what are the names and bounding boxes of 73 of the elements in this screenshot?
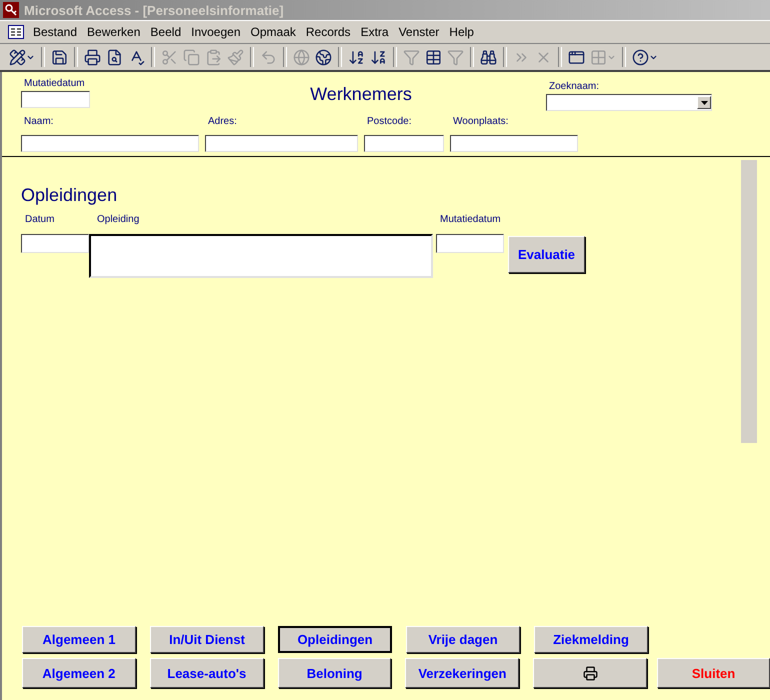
- nav-button[interactable]: Verzekeringen: [405, 658, 520, 688]
- field-label: Zoeknaam:: [549, 81, 600, 92]
- nav-button[interactable]: Lease-auto's: [150, 658, 264, 688]
- input-field[interactable]: [436, 234, 504, 253]
- printer-icon: [582, 666, 598, 680]
- menu-item[interactable]: Beeld: [145, 25, 186, 39]
- window-title: Microsoft Access - [Personeelsinformatie]: [24, 2, 284, 18]
- paintbrush-icon: [227, 48, 244, 66]
- menu-item[interactable]: Invoegen: [186, 25, 246, 39]
- save-button[interactable]: [50, 48, 69, 66]
- globe-icon: [293, 48, 310, 66]
- menu-item[interactable]: Bewerken: [82, 25, 146, 39]
- input-field[interactable]: [21, 234, 89, 253]
- pencil-ruler-icon: [9, 48, 26, 66]
- input-field[interactable]: [450, 135, 578, 152]
- menu-item[interactable]: Help: [444, 25, 479, 39]
- dropdown-button[interactable]: [697, 96, 711, 109]
- key-icon: [3, 2, 19, 18]
- funnel-icon: [447, 48, 464, 66]
- nav-button[interactable]: Beloning: [278, 658, 392, 688]
- funnel-icon: [403, 48, 420, 66]
- save-icon: [51, 48, 68, 66]
- field-label: Postcode:: [367, 116, 412, 127]
- binoculars-button[interactable]: [479, 48, 498, 66]
- clipboard-icon: [205, 48, 222, 66]
- grid-icon: [590, 48, 607, 66]
- earth-button[interactable]: [314, 48, 333, 66]
- window-icon: [568, 48, 585, 66]
- menu-item[interactable]: Bestand: [28, 25, 82, 39]
- column-label: Opleiding: [97, 214, 140, 225]
- printer-button[interactable]: [83, 48, 102, 66]
- help-icon: [632, 48, 649, 66]
- form-icon[interactable]: [8, 25, 24, 39]
- earth-icon: [315, 48, 332, 66]
- scrollbar[interactable]: [741, 160, 757, 443]
- sort-descending-icon: [370, 48, 387, 66]
- sort-ascending-icon: [348, 48, 365, 66]
- search-combo-box[interactable]: [546, 94, 712, 111]
- scissors-icon: [161, 48, 178, 66]
- field-label: Naam:: [24, 116, 54, 127]
- menu-item[interactable]: Extra: [356, 25, 394, 39]
- nav-button[interactable]: Opleidingen: [278, 626, 392, 653]
- nav-button[interactable]: Algemeen 1: [22, 626, 136, 653]
- page-magnifier-icon: [106, 48, 123, 66]
- column-label: Mutatiedatum: [440, 214, 502, 225]
- printer-icon: [84, 48, 101, 66]
- menu-item[interactable]: Opmaak: [246, 25, 301, 39]
- nav-button[interactable]: Ziekmelding: [534, 626, 648, 653]
- evaluation-button[interactable]: Evaluatie: [508, 236, 585, 273]
- help-button[interactable]: [631, 48, 659, 66]
- menu-item[interactable]: Records: [300, 25, 356, 39]
- column-label: Datum: [25, 214, 56, 225]
- input-field[interactable]: [21, 91, 90, 108]
- subform-title: Opleidingen: [21, 185, 118, 206]
- field-label: Mutatiedatum: [24, 78, 86, 89]
- binoculars-icon: [480, 48, 497, 66]
- pencil-ruler-button[interactable]: [8, 48, 36, 66]
- copy-icon: [183, 48, 200, 66]
- menu-item[interactable]: Venster: [394, 25, 444, 39]
- form-title: Werknemers: [310, 84, 412, 105]
- print-button[interactable]: [533, 658, 648, 688]
- caret-icon: [700, 100, 708, 104]
- input-field[interactable]: [364, 135, 444, 152]
- undo-icon: [260, 48, 277, 66]
- nav-button[interactable]: In/Uit Dienst: [150, 626, 264, 653]
- input-field[interactable]: [205, 135, 358, 152]
- nav-button[interactable]: Vrije dagen: [406, 626, 520, 653]
- nav-button[interactable]: Algemeen 2: [22, 658, 136, 688]
- text-area[interactable]: [89, 234, 433, 278]
- page-magnifier-button[interactable]: [105, 48, 124, 66]
- input-field[interactable]: [21, 135, 199, 152]
- field-label: Adres:: [208, 116, 238, 127]
- field-label: Woonplaats:: [453, 116, 510, 127]
